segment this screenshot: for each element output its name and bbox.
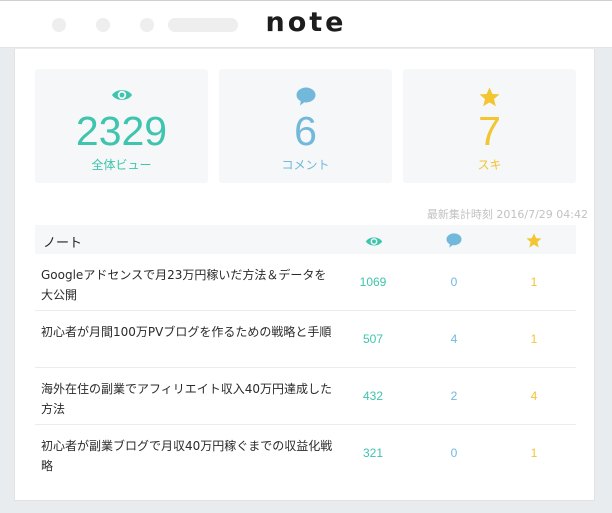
likes-count: 1 [530, 332, 538, 346]
star-icon [526, 233, 542, 248]
note-title[interactable]: Googleアドセンスで月23万円稼いだ方法＆データを大公開 [41, 265, 337, 305]
note-title[interactable]: 海外在住の副業でアフィリエイト収入40万円達成した方法 [41, 379, 337, 419]
table-row[interactable]: 初心者が月間100万PVブログを作るための戦略と手順 507 4 1 [35, 311, 576, 368]
views-count: 432 [362, 389, 384, 403]
table-row[interactable]: 初心者が副業ブログで月収40万円稼ぐまでの収益化戦略 321 0 1 [35, 425, 576, 482]
likes-count: 1 [530, 275, 538, 289]
comment-icon [446, 233, 462, 248]
star-icon [403, 87, 576, 107]
eye-icon [35, 87, 208, 107]
note-title[interactable]: 初心者が月間100万PVブログを作るための戦略と手順 [41, 322, 337, 342]
column-header-note: ノート [43, 236, 83, 251]
comment-icon [219, 87, 392, 107]
comments-count: 2 [450, 389, 458, 403]
note-title[interactable]: 初心者が副業ブログで月収40万円稼ぐまでの収益化戦略 [41, 436, 337, 476]
top-header: note [0, 0, 612, 48]
comments-count: 0 [450, 446, 458, 460]
table-row[interactable]: Googleアドセンスで月23万円稼いだ方法＆データを大公開 1069 0 1 [35, 254, 576, 311]
notes-table: ノート Googleアドセンスで月23万円稼いだ方法＆データを大公開 1069 … [35, 225, 576, 482]
views-count: 321 [362, 446, 384, 460]
likes-count: 1 [530, 446, 538, 460]
stat-label-views: 全体ビュー [91, 158, 152, 172]
table-row[interactable]: 海外在住の副業でアフィリエイト収入40万円達成した方法 432 2 4 [35, 368, 576, 425]
stat-value-comments: 6 [294, 108, 317, 154]
stat-label-likes: スキ [477, 158, 502, 172]
stat-card-likes: 7 スキ [403, 69, 576, 183]
last-updated-timestamp: 最新集計時刻 2016/7/29 04:42 [426, 208, 588, 221]
stat-label-comments: コメント [281, 158, 330, 172]
comments-count: 0 [450, 275, 458, 289]
stat-value-views: 2329 [75, 108, 168, 154]
views-count: 1069 [359, 275, 387, 289]
eye-icon [365, 233, 383, 247]
stat-card-comments: 6 コメント [219, 69, 392, 183]
views-count: 507 [362, 332, 384, 346]
stat-card-views: 2329 全体ビュー [35, 69, 208, 183]
stats-panel: 2329 全体ビュー 6 コメント 7 スキ 最新集計時刻 2016/7/29 … [14, 49, 595, 501]
table-header: ノート [35, 225, 576, 254]
comments-count: 4 [450, 332, 458, 346]
stat-value-likes: 7 [478, 108, 501, 154]
likes-count: 4 [530, 389, 538, 403]
note-logo[interactable]: note [0, 7, 612, 38]
